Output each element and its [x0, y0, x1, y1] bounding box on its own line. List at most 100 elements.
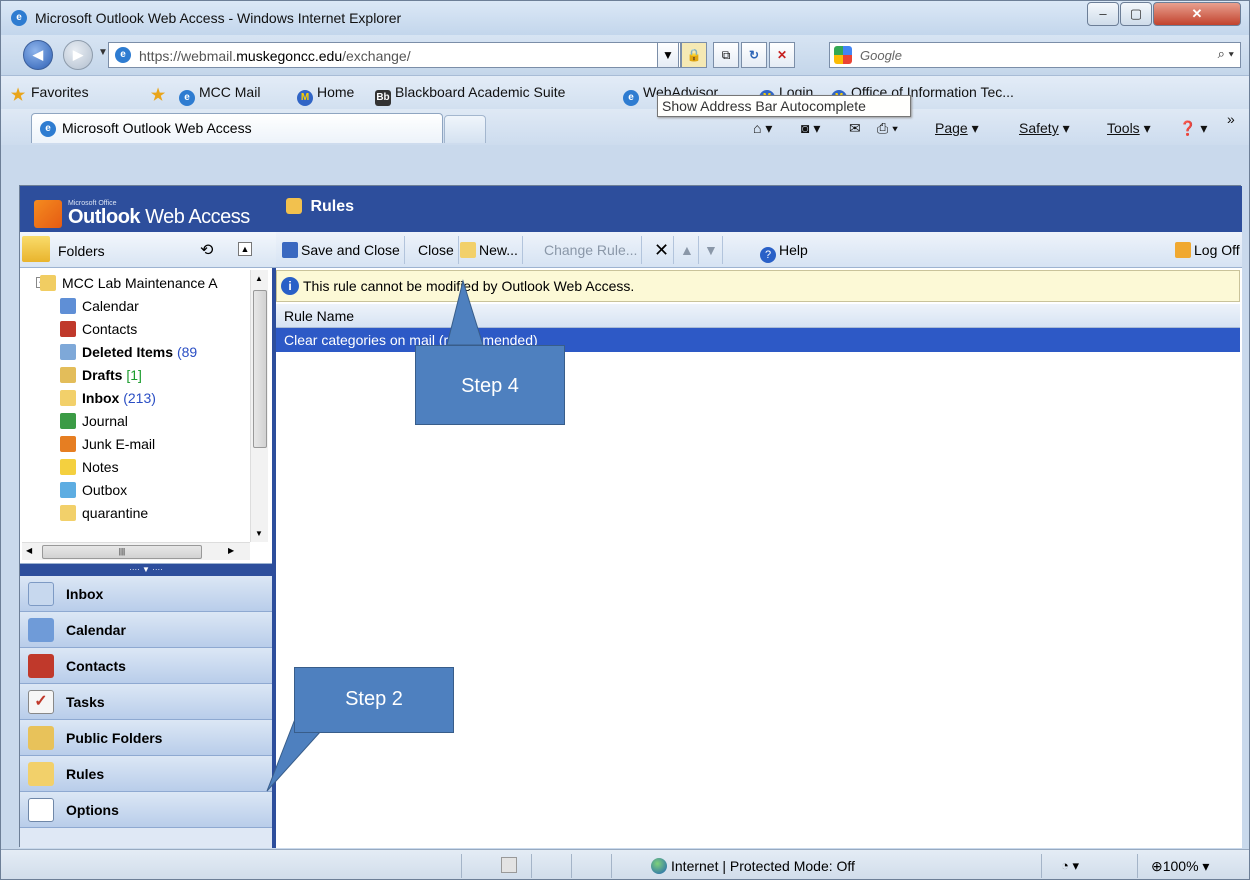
nav-contacts[interactable]: Contacts — [20, 648, 272, 684]
back-button[interactable]: ◀ — [23, 40, 53, 70]
security-zone[interactable]: Internet | Protected Mode: Off — [651, 858, 855, 874]
search-box[interactable]: Google ⌕ ▾ — [829, 42, 1241, 68]
rules-icon — [28, 762, 54, 786]
tree-horizontal-scrollbar[interactable]: ◀ ||| ▶ — [22, 542, 250, 560]
star-icon: ★ — [10, 87, 26, 104]
save-close-button[interactable]: Save and Close — [278, 236, 405, 264]
compatibility-icon[interactable]: ⧉ — [713, 42, 739, 68]
rules-toolbar: Save and Close Close New... Change Rule.… — [276, 232, 1242, 268]
new-tab-button[interactable] — [444, 115, 486, 143]
tab-row: e Microsoft Outlook Web Access ⌂ ▾ ◙ ▾ ✉… — [1, 109, 1249, 145]
nav-calendar[interactable]: Calendar — [20, 612, 272, 648]
search-icon[interactable]: ⌕ ▾ — [1218, 46, 1234, 62]
inbox-icon — [60, 390, 76, 406]
scroll-left-icon[interactable]: ◀ — [26, 546, 32, 555]
move-up-icon[interactable]: ▲ — [676, 236, 699, 264]
tree-item[interactable]: Calendar — [60, 295, 139, 317]
more-commands-icon[interactable]: » — [1227, 111, 1235, 127]
help-button[interactable]: ? Help — [756, 236, 812, 264]
minimize-button[interactable]: – — [1087, 2, 1119, 26]
collapse-icon[interactable]: ▲ — [238, 242, 252, 256]
scroll-up-icon[interactable]: ▲ — [255, 274, 263, 283]
favorites-bar: ★ Favorites ★ e MCC Mail M Home Bb Blackboar… — [1, 75, 1249, 109]
tree-item[interactable]: Drafts [1] — [60, 364, 142, 386]
lock-icon[interactable]: 🔒 — [681, 42, 707, 68]
search-placeholder: Google — [860, 48, 902, 63]
tree-mailbox[interactable]: − MCC Lab Maintenance A — [36, 272, 218, 294]
add-favorite-icon[interactable]: ★ — [149, 84, 171, 104]
close-window-button[interactable]: ✕ — [1153, 2, 1241, 26]
pane-splitter[interactable]: ···· ▼ ···· — [20, 564, 272, 576]
folder-icon — [60, 505, 76, 521]
tree-item[interactable]: Deleted Items (89 — [60, 341, 197, 363]
contacts-icon — [28, 654, 54, 678]
tree-item[interactable]: Journal — [60, 410, 128, 432]
safety-menu[interactable]: Safety ▾ — [1019, 120, 1070, 137]
refresh-icon[interactable]: ↻ — [741, 42, 767, 68]
recent-pages-icon[interactable]: ▼ — [98, 47, 108, 58]
page-menu[interactable]: Page ▾ — [935, 120, 979, 137]
page-icon: e — [115, 47, 131, 63]
logoff-icon — [1175, 242, 1191, 258]
tree-item[interactable]: Notes — [60, 456, 119, 478]
journal-icon — [60, 413, 76, 429]
fav-home[interactable]: M Home — [297, 84, 354, 106]
status-divider — [571, 854, 572, 878]
nav-inbox[interactable]: Inbox — [20, 576, 272, 612]
tasks-icon: ✓ — [28, 690, 54, 714]
change-rule-button[interactable]: Change Rule... — [540, 236, 643, 264]
favorites-button[interactable]: ★ Favorites — [9, 84, 89, 104]
hscroll-thumb[interactable]: ||| — [42, 545, 202, 559]
nav-tasks[interactable]: ✓ Tasks — [20, 684, 272, 720]
tree-item[interactable]: Contacts — [60, 318, 137, 340]
delete-icon[interactable]: ✕ — [650, 236, 675, 264]
feeds-icon[interactable]: ◙ ▾ — [801, 120, 820, 137]
google-logo-icon — [834, 46, 852, 64]
scroll-thumb[interactable] — [253, 290, 267, 448]
tree-vertical-scrollbar[interactable]: ▲ ▼ — [250, 270, 268, 542]
stop-icon[interactable]: ✕ — [769, 42, 795, 68]
info-bar: i This rule cannot be modified by Outloo… — [276, 270, 1240, 302]
tree-item[interactable]: Junk E-mail — [60, 433, 155, 455]
popup-blocker-icon[interactable]: ◔ ▾ — [1061, 858, 1079, 874]
tree-item[interactable]: Outbox — [60, 479, 127, 501]
drafts-icon — [60, 367, 76, 383]
address-bar[interactable]: e https://webmail.muskegoncc.edu/exchang… — [108, 42, 681, 68]
junk-email-icon — [60, 436, 76, 452]
fav-blackboard[interactable]: Bb Blackboard Academic Suite — [375, 84, 565, 106]
address-dropdown-button[interactable]: ▼ — [657, 42, 679, 68]
tools-menu[interactable]: Tools ▾ — [1107, 120, 1151, 137]
zoom-level[interactable]: ⊕100% ▾ — [1151, 858, 1209, 875]
nav-public-folders[interactable]: Public Folders — [20, 720, 272, 756]
forward-button[interactable]: ▶ — [63, 40, 93, 70]
new-rule-button[interactable]: New... — [456, 236, 523, 264]
home-icon[interactable]: ⌂ ▾ — [753, 120, 772, 137]
nav-options[interactable]: Options — [20, 792, 272, 828]
deleted-items-icon — [60, 344, 76, 360]
new-rule-icon — [460, 242, 476, 258]
column-header-rule-name[interactable]: Rule Name — [276, 304, 1240, 328]
tab-outlook[interactable]: e Microsoft Outlook Web Access — [31, 113, 443, 143]
scroll-down-icon[interactable]: ▼ — [255, 529, 263, 538]
mail-icon[interactable]: ✉ — [849, 120, 861, 137]
options-icon — [28, 798, 54, 822]
tree-item[interactable]: Inbox (213) — [60, 387, 156, 409]
close-button[interactable]: Close — [414, 236, 459, 264]
window-title: Microsoft Outlook Web Access - Windows I… — [35, 10, 402, 26]
folder-icon — [22, 236, 50, 262]
scroll-right-icon[interactable]: ▶ — [228, 546, 234, 555]
save-icon — [282, 242, 298, 258]
maximize-button[interactable]: ▢ — [1120, 2, 1152, 26]
help-icon: ? — [760, 247, 776, 263]
info-icon: i — [281, 277, 299, 295]
fav-mcc-mail[interactable]: e MCC Mail — [179, 84, 260, 106]
help-icon[interactable]: ❓ ▾ — [1179, 120, 1207, 137]
logoff-button[interactable]: Log Off — [1171, 236, 1244, 264]
nav-rules[interactable]: Rules — [20, 756, 272, 792]
print-icon[interactable]: ⎙ ▾ — [877, 120, 898, 137]
move-down-icon[interactable]: ▼ — [700, 236, 723, 264]
ie-page-icon: e — [40, 121, 56, 137]
refresh-folders-icon[interactable]: ⟲ — [200, 240, 213, 260]
tree-item[interactable]: quarantine — [60, 502, 148, 524]
ie-page-icon: e — [623, 90, 639, 106]
